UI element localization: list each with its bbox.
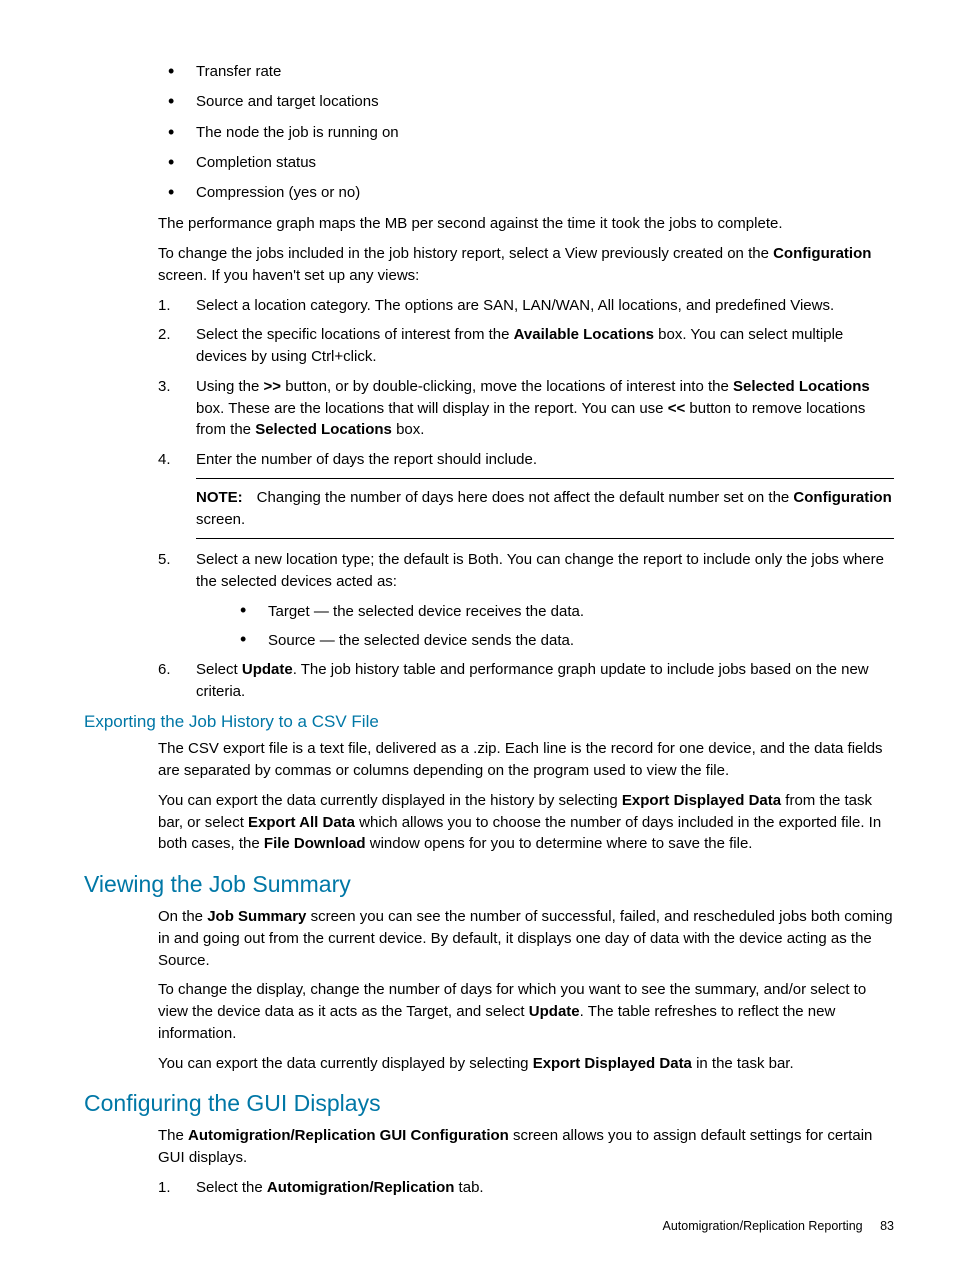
config-section: The Automigration/Replication GUI Config… <box>158 1125 894 1198</box>
bold-text: Export All Data <box>248 814 355 831</box>
text: button, or by double-clicking, move the … <box>281 378 733 395</box>
bold-text: Selected Locations <box>733 378 870 395</box>
config-steps-list: Select the Automigration/Replication tab… <box>158 1177 894 1199</box>
step-item: Select a new location type; the default … <box>158 549 894 651</box>
top-bullet-list: Transfer rate Source and target location… <box>158 62 894 203</box>
text: screen. If you haven't set up any views: <box>158 267 419 284</box>
text: . The job history table and performance … <box>196 661 869 700</box>
list-item: Compression (yes or no) <box>158 183 894 203</box>
step-item: Select the Automigration/Replication tab… <box>158 1177 894 1199</box>
text: You can export the data currently displa… <box>158 1055 533 1072</box>
bold-text: << <box>668 400 686 417</box>
step-item: Using the >> button, or by double-clicki… <box>158 376 894 441</box>
text: Enter the number of days the report shou… <box>196 451 537 468</box>
bold-text: Selected Locations <box>255 421 392 438</box>
sub-bullet-list: Target — the selected device receives th… <box>196 601 894 651</box>
page-number: 83 <box>880 1219 894 1233</box>
list-item: Target — the selected device receives th… <box>196 601 894 622</box>
list-item: Source — the selected device sends the d… <box>196 630 894 651</box>
page-content: Transfer rate Source and target location… <box>0 0 954 1247</box>
step-item: Select a location category. The options … <box>158 295 894 317</box>
heading-config-gui: Configuring the GUI Displays <box>84 1090 894 1117</box>
bold-text: >> <box>264 378 282 395</box>
text: Select the <box>196 1179 267 1196</box>
text: The <box>158 1127 188 1144</box>
list-item: The node the job is running on <box>158 123 894 143</box>
step-item: Select the specific locations of interes… <box>158 324 894 368</box>
text: box. These are the locations that will d… <box>196 400 668 417</box>
body-text: The performance graph maps the MB per se… <box>158 213 894 235</box>
text: in the task bar. <box>692 1055 794 1072</box>
bold-text: Export Displayed Data <box>533 1055 692 1072</box>
text: On the <box>158 908 207 925</box>
summary-section: On the Job Summary screen you can see th… <box>158 906 894 1074</box>
heading-job-summary: Viewing the Job Summary <box>84 871 894 898</box>
bold-text: Configuration <box>793 489 891 506</box>
text: tab. <box>454 1179 483 1196</box>
body-text: You can export the data currently displa… <box>158 1053 894 1075</box>
heading-export-csv: Exporting the Job History to a CSV File <box>84 712 894 732</box>
list-item: Source and target locations <box>158 92 894 112</box>
steps-list: Select a location category. The options … <box>158 295 894 703</box>
body-text: The CSV export file is a text file, deli… <box>158 738 894 782</box>
bold-text: Job Summary <box>207 908 306 925</box>
bold-text: File Download <box>264 835 366 852</box>
bold-text: Configuration <box>773 245 871 262</box>
page-footer: Automigration/Replication Reporting 83 <box>662 1219 894 1233</box>
bold-text: Automigration/Replication GUI Configurat… <box>188 1127 509 1144</box>
footer-title: Automigration/Replication Reporting <box>662 1219 862 1233</box>
text: Select a new location type; the default … <box>196 551 884 590</box>
text: Select the specific locations of interes… <box>196 326 514 343</box>
step-item: Enter the number of days the report shou… <box>158 449 894 539</box>
body-text: The Automigration/Replication GUI Config… <box>158 1125 894 1169</box>
export-section: The CSV export file is a text file, deli… <box>158 738 894 855</box>
list-item: Completion status <box>158 153 894 173</box>
bold-text: Automigration/Replication <box>267 1179 455 1196</box>
body-text: On the Job Summary screen you can see th… <box>158 906 894 971</box>
bold-text: Update <box>529 1003 580 1020</box>
text: box. <box>392 421 425 438</box>
text: window opens for you to determine where … <box>366 835 753 852</box>
bold-text: Export Displayed Data <box>622 792 781 809</box>
top-section: Transfer rate Source and target location… <box>158 62 894 702</box>
note-box: NOTE: Changing the number of days here do… <box>196 478 894 540</box>
list-item: Transfer rate <box>158 62 894 82</box>
text: Using the <box>196 378 264 395</box>
bold-text: Available Locations <box>514 326 654 343</box>
step-item: Select Update. The job history table and… <box>158 659 894 703</box>
body-text: To change the display, change the number… <box>158 979 894 1044</box>
text: Changing the number of days here does no… <box>257 489 794 506</box>
bold-text: Update <box>242 661 293 678</box>
text: To change the jobs included in the job h… <box>158 245 773 262</box>
text: You can export the data currently displa… <box>158 792 622 809</box>
text: screen. <box>196 511 245 528</box>
note-label: NOTE: <box>196 489 243 506</box>
text: Select <box>196 661 242 678</box>
body-text: To change the jobs included in the job h… <box>158 243 894 287</box>
body-text: You can export the data currently displa… <box>158 790 894 855</box>
